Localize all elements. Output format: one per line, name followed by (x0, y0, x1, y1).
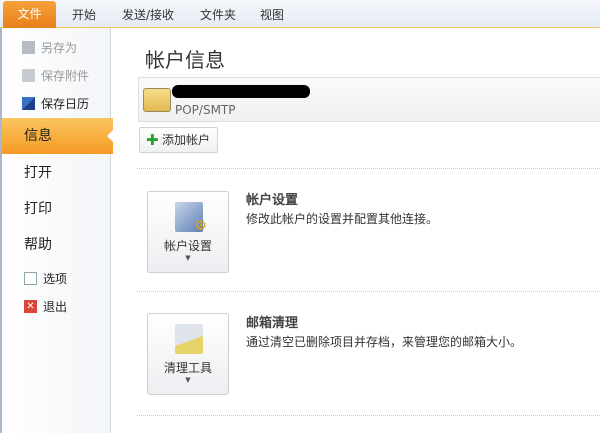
chevron-down-icon: ▼ (185, 376, 191, 384)
divider (137, 291, 600, 292)
sidebar-item-open[interactable]: 打开 (24, 162, 52, 182)
sidebar-item-options[interactable]: 选项 (24, 270, 67, 287)
page-title: 帐户信息 (145, 48, 225, 72)
tab-view[interactable]: 视图 (260, 6, 284, 23)
sidebar-item-info[interactable]: 信息 (2, 118, 114, 154)
sidebar-item-print[interactable]: 打印 (24, 198, 52, 218)
save-as-item[interactable]: 另存为 (22, 39, 77, 56)
account-settings-button[interactable]: ⚙ 帐户设置 ▼ (147, 191, 229, 273)
mailbox-cleanup-heading: 邮箱清理 (246, 316, 299, 331)
ribbon-tabs: 文件 开始 发送/接收 文件夹 视图 (0, 0, 600, 28)
sidebar-item-exit[interactable]: ✕ 退出 (24, 298, 67, 315)
calendar-icon (22, 97, 35, 110)
tab-file[interactable]: 文件 (3, 1, 56, 28)
account-settings-heading: 帐户设置 (246, 193, 299, 208)
account-folder-icon (143, 88, 171, 112)
plus-icon: ✚ (146, 131, 159, 149)
sidebar-item-help[interactable]: 帮助 (24, 234, 52, 254)
tab-home[interactable]: 开始 (72, 6, 96, 23)
account-settings-desc: 修改此帐户的设置并配置其他连接。 (246, 212, 439, 226)
divider (137, 415, 600, 416)
options-icon (24, 272, 37, 285)
tab-folder[interactable]: 文件夹 (200, 6, 236, 23)
close-icon: ✕ (24, 300, 37, 313)
attachment-icon (22, 69, 35, 82)
chevron-down-icon: ▼ (185, 254, 191, 262)
save-as-icon (22, 41, 35, 54)
save-attachments-item[interactable]: 保存附件 (22, 67, 89, 84)
tab-send-receive[interactable]: 发送/接收 (122, 6, 174, 23)
account-type: POP/SMTP (175, 103, 236, 117)
account-settings-icon: ⚙ (175, 202, 207, 234)
mailbox-cleanup-desc: 通过清空已删除项目并存档，来管理您的邮箱大小。 (246, 335, 523, 349)
cleanup-tools-icon (175, 324, 203, 354)
cleanup-tools-button[interactable]: 清理工具 ▼ (147, 313, 229, 395)
divider (137, 168, 600, 169)
redacted-account-name (172, 85, 310, 98)
add-account-button[interactable]: ✚ 添加帐户 (139, 127, 218, 153)
save-calendar-item[interactable]: 保存日历 (22, 95, 89, 112)
backstage-sidebar: 另存为 保存附件 保存日历 信息 打开 打印 帮助 选项 ✕ 退出 (0, 28, 114, 433)
